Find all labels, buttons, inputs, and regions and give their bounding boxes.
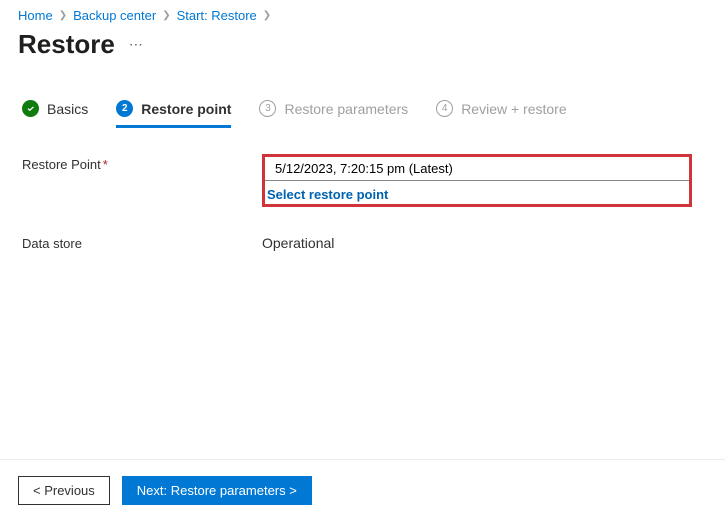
page-header: Restore ⋯ [0, 27, 725, 78]
required-asterisk: * [103, 157, 108, 172]
tab-label: Review + restore [461, 101, 566, 117]
wizard-tabs: Basics 2 Restore point 3 Restore paramet… [0, 78, 725, 128]
page-title: Restore [18, 29, 115, 60]
row-data-store: Data store Operational [22, 233, 703, 251]
tab-restore-point[interactable]: 2 Restore point [116, 100, 231, 128]
checkmark-icon [22, 100, 39, 117]
select-restore-point-link[interactable]: Select restore point [265, 181, 689, 204]
chevron-right-icon: ❯ [59, 10, 67, 21]
data-store-label: Data store [22, 233, 262, 251]
breadcrumb-backup-center[interactable]: Backup center [73, 8, 156, 23]
tab-label: Restore point [141, 101, 231, 117]
tab-restore-parameters: 3 Restore parameters [259, 100, 408, 128]
more-actions-icon[interactable]: ⋯ [129, 37, 143, 53]
tab-basics[interactable]: Basics [22, 100, 88, 128]
breadcrumb-start-restore[interactable]: Start: Restore [177, 8, 257, 23]
data-store-value: Operational [262, 233, 692, 251]
breadcrumb-home[interactable]: Home [18, 8, 53, 23]
step-number-icon: 4 [436, 100, 453, 117]
tab-label: Restore parameters [284, 101, 408, 117]
step-number-icon: 2 [116, 100, 133, 117]
step-number-icon: 3 [259, 100, 276, 117]
tab-review-restore: 4 Review + restore [436, 100, 566, 128]
form-area: Restore Point* Select restore point Data… [0, 128, 725, 251]
previous-button[interactable]: < Previous [18, 476, 110, 505]
row-restore-point: Restore Point* Select restore point [22, 154, 703, 207]
wizard-footer: < Previous Next: Restore parameters > [0, 459, 725, 505]
restore-point-highlight: Select restore point [262, 154, 692, 207]
breadcrumb: Home ❯ Backup center ❯ Start: Restore ❯ [0, 0, 725, 27]
chevron-right-icon: ❯ [263, 10, 271, 21]
restore-point-label: Restore Point* [22, 154, 262, 172]
tab-label: Basics [47, 101, 88, 117]
restore-point-input[interactable] [265, 157, 689, 181]
next-button[interactable]: Next: Restore parameters > [122, 476, 312, 505]
chevron-right-icon: ❯ [162, 10, 170, 21]
